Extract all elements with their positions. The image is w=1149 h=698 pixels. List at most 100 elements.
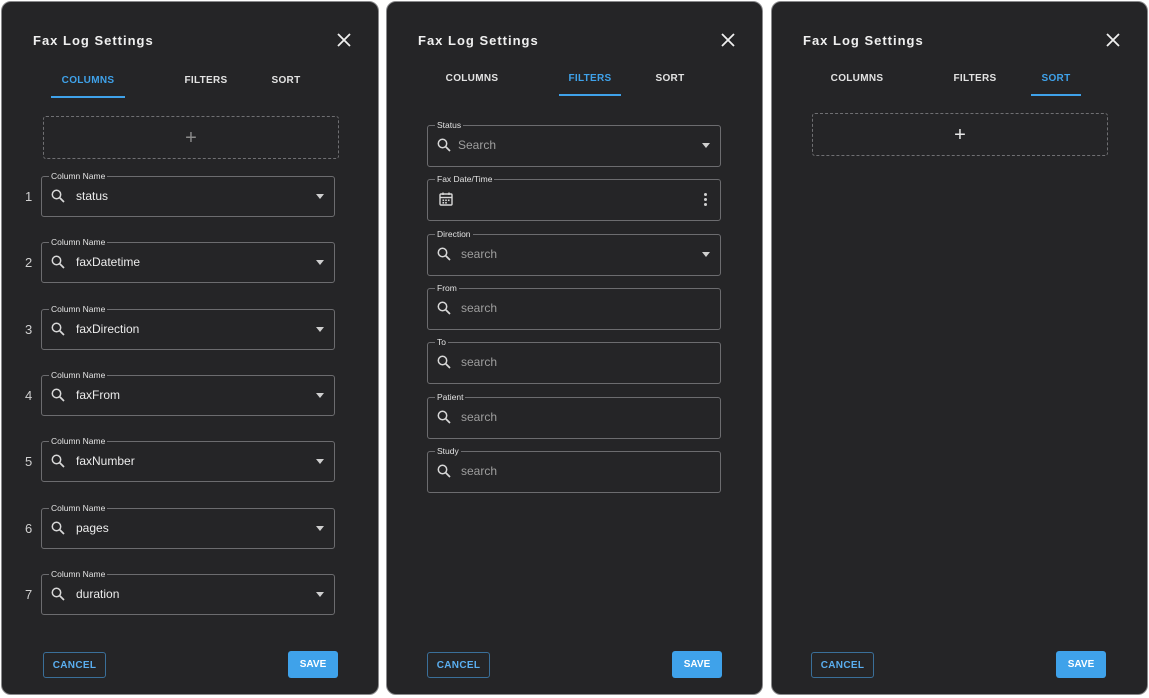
close-icon[interactable] <box>1105 32 1121 48</box>
filter-direction[interactable]: Direction search <box>427 227 721 276</box>
add-icon: + <box>185 126 197 149</box>
tab-columns[interactable]: COLUMNS <box>445 72 499 94</box>
chevron-down-icon[interactable] <box>316 194 324 199</box>
add-column-button[interactable]: + <box>43 116 339 159</box>
field-label: Column Name <box>49 368 108 381</box>
search-icon <box>51 189 65 203</box>
save-button[interactable]: SAVE <box>672 651 722 678</box>
search-icon <box>437 355 451 369</box>
dialog-title: Fax Log Settings <box>418 33 539 48</box>
dialog-title: Fax Log Settings <box>33 33 154 48</box>
chevron-down-icon[interactable] <box>316 459 324 465</box>
cancel-button[interactable]: CANCEL <box>43 652 106 678</box>
column-name-value: duration <box>76 586 120 601</box>
column-name-select[interactable]: Column Name faxDirection <box>41 302 335 350</box>
column-name-value: faxDirection <box>76 321 140 336</box>
filter-patient[interactable]: Patient search <box>427 390 721 439</box>
cancel-button[interactable]: CANCEL <box>427 652 490 678</box>
chevron-down-icon[interactable] <box>316 326 324 332</box>
filter-search-input[interactable]: search <box>461 464 497 478</box>
field-label: Column Name <box>49 302 108 315</box>
calendar-icon[interactable] <box>438 191 454 207</box>
column-name-value: faxDatetime <box>76 255 141 270</box>
row-number: 2 <box>25 255 33 271</box>
filter-label: To <box>435 336 448 349</box>
filter-label: From <box>435 281 459 294</box>
tab-sort[interactable]: SORT <box>654 72 686 94</box>
field-label: Column Name <box>49 170 108 182</box>
row-number: 5 <box>25 454 33 470</box>
tab-columns[interactable]: COLUMNS <box>51 74 125 98</box>
filter-label: Status <box>435 119 464 131</box>
search-icon <box>437 464 451 478</box>
tab-columns[interactable]: COLUMNS <box>830 72 884 94</box>
settings-dialog-filters: Fax Log Settings COLUMNS FILTERS SORT St… <box>386 1 763 695</box>
row-number: 6 <box>25 520 33 536</box>
add-icon: + <box>954 123 966 146</box>
filter-label: Fax Date/Time <box>435 173 495 186</box>
dialog-title: Fax Log Settings <box>803 33 924 48</box>
filter-fax-date-time[interactable]: Fax Date/Time <box>427 173 721 222</box>
filter-label: Patient <box>435 390 466 403</box>
cancel-button[interactable]: CANCEL <box>811 652 874 678</box>
tab-sort[interactable]: SORT <box>270 74 302 96</box>
search-icon <box>51 587 65 601</box>
row-number: 4 <box>25 387 33 403</box>
filter-from[interactable]: From search <box>427 281 721 330</box>
filter-search-input[interactable]: search <box>461 410 497 424</box>
column-name-value: faxFrom <box>76 387 121 402</box>
column-name-select[interactable]: Column Name pages <box>41 501 335 549</box>
chevron-down-icon[interactable] <box>316 591 324 597</box>
column-name-select[interactable]: Column Name faxDatetime <box>41 236 335 284</box>
close-icon[interactable] <box>720 32 736 48</box>
field-label: Column Name <box>49 236 108 249</box>
field-label: Column Name <box>49 435 108 448</box>
filter-search-input[interactable]: Search <box>458 138 496 152</box>
field-label: Column Name <box>49 501 108 514</box>
filter-search-input[interactable]: search <box>461 301 497 315</box>
more-vertical-icon[interactable] <box>704 193 708 207</box>
close-icon[interactable] <box>336 32 352 48</box>
filter-to[interactable]: To search <box>427 336 721 385</box>
tab-filters[interactable]: FILTERS <box>559 72 621 96</box>
chevron-down-icon[interactable] <box>702 251 710 257</box>
search-icon <box>437 410 451 424</box>
search-icon <box>437 301 451 315</box>
search-icon <box>51 388 65 402</box>
filter-search-input[interactable]: search <box>461 247 497 261</box>
field-label: Column Name <box>49 567 108 580</box>
column-name-select[interactable]: Column Name faxNumber <box>41 435 335 483</box>
chevron-down-icon[interactable] <box>702 143 710 148</box>
search-icon <box>51 521 65 535</box>
add-sort-button[interactable]: + <box>812 113 1108 156</box>
row-number: 7 <box>25 586 33 602</box>
filter-status[interactable]: Status Search <box>427 119 721 167</box>
search-icon <box>51 454 65 468</box>
column-name-value: pages <box>76 520 109 535</box>
filter-study[interactable]: Study search <box>427 444 721 493</box>
column-name-select[interactable]: Column Name duration <box>41 567 335 615</box>
column-name-select[interactable]: Column Name faxFrom <box>41 368 335 416</box>
chevron-down-icon[interactable] <box>316 260 324 266</box>
search-icon <box>51 255 65 269</box>
chevron-down-icon[interactable] <box>316 392 324 398</box>
save-button[interactable]: SAVE <box>288 651 338 678</box>
column-name-value: faxNumber <box>76 454 135 469</box>
column-name-select[interactable]: Column Name status <box>41 170 335 217</box>
settings-dialog-columns: Fax Log Settings COLUMNS FILTERS SORT + … <box>1 1 379 695</box>
filter-search-input[interactable]: search <box>461 355 497 369</box>
chevron-down-icon[interactable] <box>316 525 324 531</box>
tab-filters[interactable]: FILTERS <box>182 74 230 96</box>
search-icon <box>51 322 65 336</box>
search-icon <box>437 138 451 152</box>
settings-dialog-sort: Fax Log Settings COLUMNS FILTERS SORT + … <box>771 1 1148 695</box>
row-number: 3 <box>25 321 33 337</box>
row-number: 1 <box>25 189 33 204</box>
tab-filters[interactable]: FILTERS <box>950 72 1000 94</box>
save-button[interactable]: SAVE <box>1056 651 1106 678</box>
filter-label: Study <box>435 444 461 457</box>
search-icon <box>437 247 451 261</box>
column-name-value: status <box>76 189 109 203</box>
filter-label: Direction <box>435 227 473 240</box>
tab-sort[interactable]: SORT <box>1031 72 1081 96</box>
